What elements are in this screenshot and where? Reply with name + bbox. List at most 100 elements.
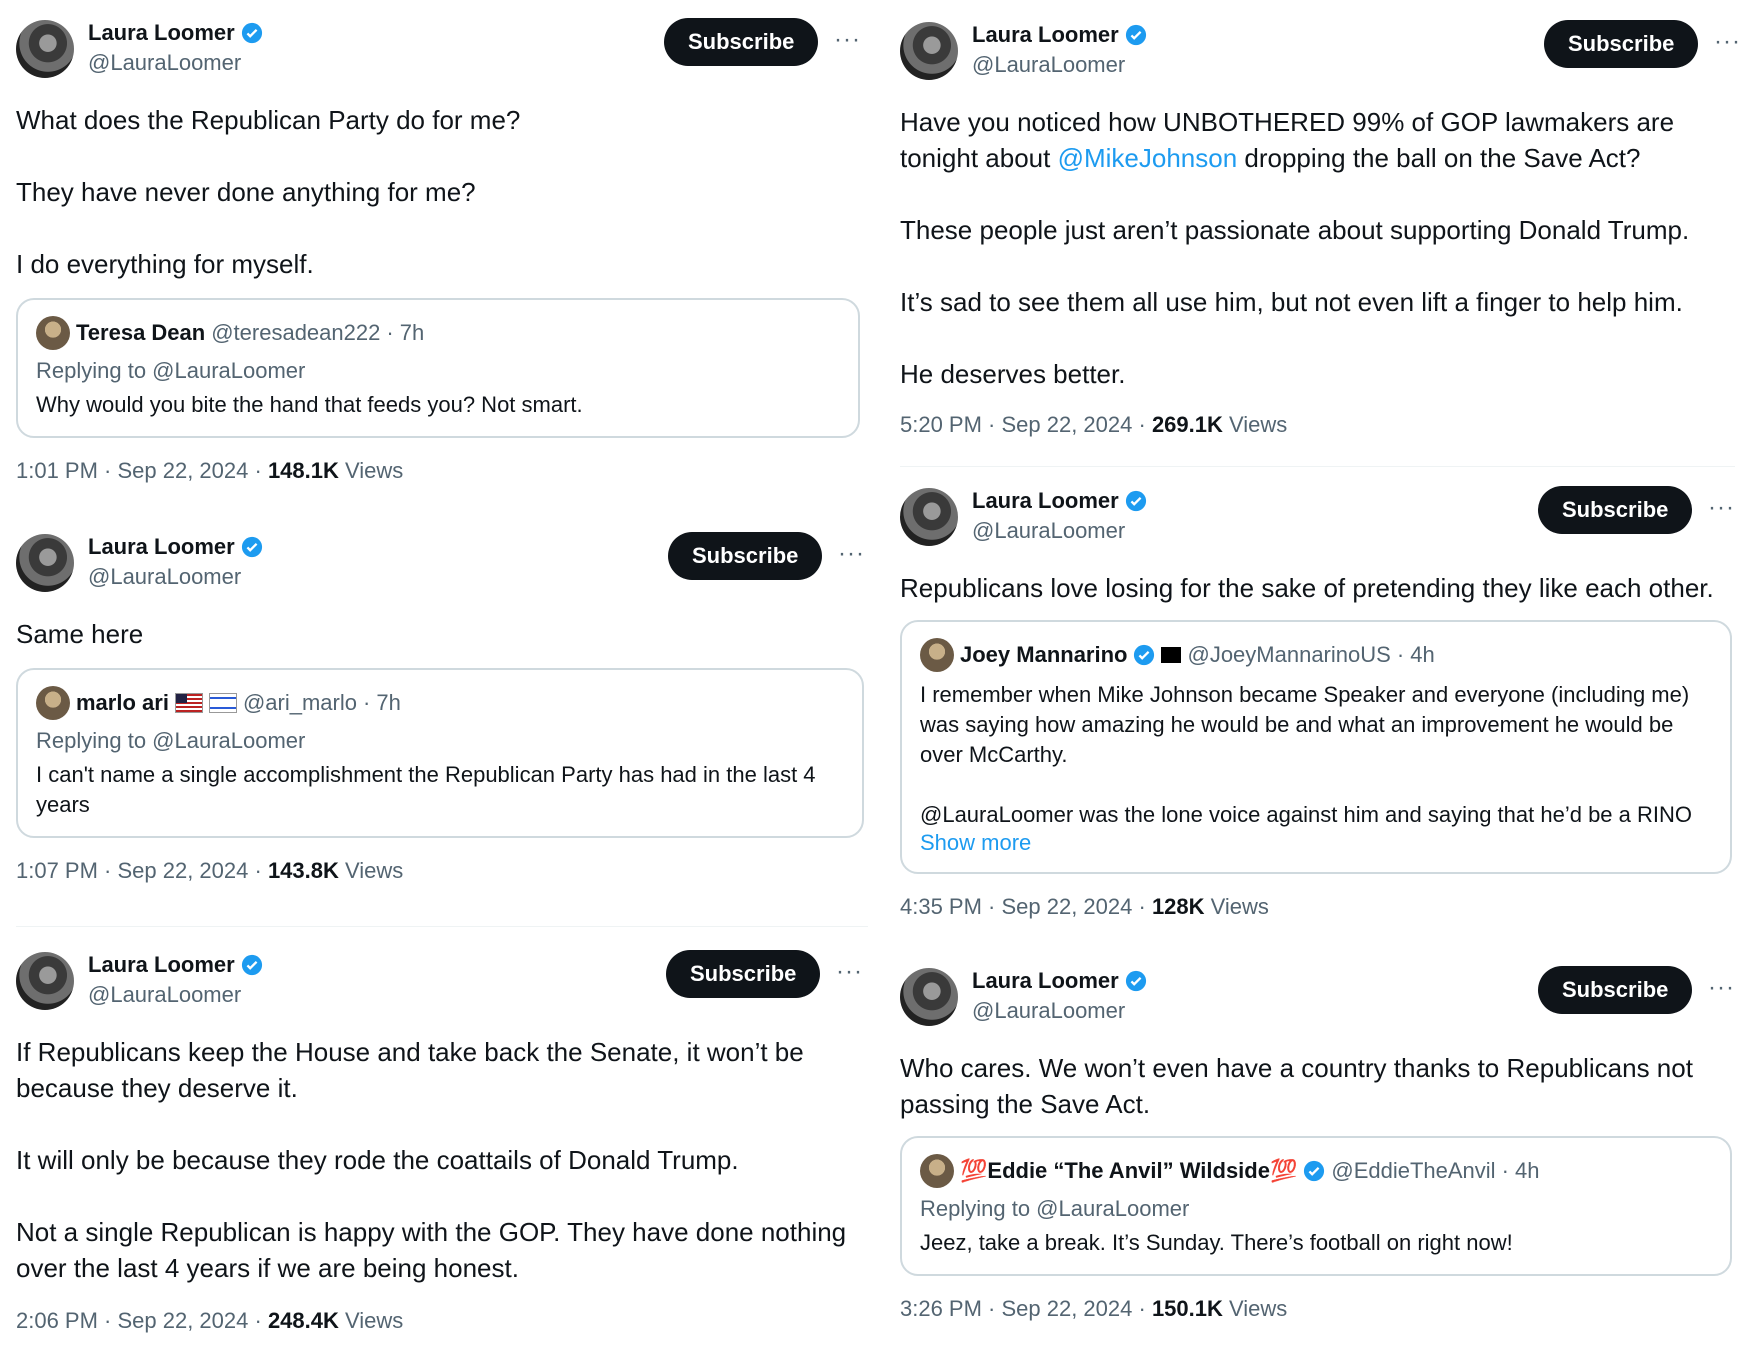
author-handle[interactable]: @LauraLoomer xyxy=(88,982,241,1008)
quoted-author-name: Teresa Dean xyxy=(76,320,206,345)
tweet-text: Who cares. We won’t even have a country … xyxy=(900,1050,1730,1122)
subscribe-button[interactable]: Subscribe xyxy=(664,18,819,66)
tweet-paragraph: What does the Republican Party do for me… xyxy=(16,105,521,135)
avatar[interactable] xyxy=(16,20,74,78)
avatar[interactable] xyxy=(900,22,958,80)
tweet-paragraph: Who cares. We won’t even have a country … xyxy=(900,1053,1693,1119)
tweet-text: If Republicans keep the House and take b… xyxy=(16,1034,866,1286)
verified-badge-icon xyxy=(1134,644,1155,666)
affiliate-badge-icon xyxy=(1161,647,1182,663)
verified-badge-icon xyxy=(241,536,262,558)
quoted-text: Jeez, take a break. It’s Sunday. There’s… xyxy=(920,1230,1513,1255)
subscribe-button[interactable]: Subscribe xyxy=(666,950,821,998)
tweet-header: Laura Loomer @LauraLoomer Subscribe ··· xyxy=(900,18,1740,82)
tweet-card: Laura Loomer @LauraLoomer Subscribe ··· … xyxy=(900,18,1740,438)
tweet-paragraph: Republicans love losing for the sake of … xyxy=(900,573,1714,603)
more-options-icon[interactable]: ··· xyxy=(838,540,865,568)
mention-link[interactable]: @MikeJohnson xyxy=(1058,143,1238,173)
quoted-time: · 7h xyxy=(362,690,401,715)
view-count: 248.4K xyxy=(267,1308,339,1333)
show-more-link[interactable]: Show more xyxy=(920,830,1712,856)
tweet-timestamp[interactable]: 2:06 PM · Sep 22, 2024 · xyxy=(16,1308,268,1333)
avatar[interactable] xyxy=(16,952,74,1010)
tweet-paragraph: If Republicans keep the House and take b… xyxy=(16,1037,804,1103)
author-name[interactable]: Laura Loomer xyxy=(88,534,235,560)
quoted-text: @LauraLoomer was the lone voice against … xyxy=(920,802,1692,827)
tweet-meta: 5:20 PM · Sep 22, 2024 · 269.1K Views xyxy=(900,412,1735,438)
tweet-timestamp[interactable]: 4:35 PM · Sep 22, 2024 · xyxy=(900,894,1152,919)
more-options-icon[interactable]: ··· xyxy=(1708,974,1735,1002)
tweet-card: Laura Loomer @LauraLoomer Subscribe ··· … xyxy=(16,16,886,484)
tweet-timestamp[interactable]: 5:20 PM · Sep 22, 2024 · xyxy=(900,412,1152,437)
author-handle[interactable]: @LauraLoomer xyxy=(972,52,1125,78)
tweet-paragraph: Same here xyxy=(16,619,144,649)
more-options-icon[interactable]: ··· xyxy=(834,26,861,54)
replying-to: Replying to @LauraLoomer xyxy=(920,1196,1190,1221)
tweet-card: Laura Loomer @LauraLoomer Subscribe ··· … xyxy=(900,964,1735,1322)
subscribe-button[interactable]: Subscribe xyxy=(1544,20,1699,68)
tweet-text-span: dropping the ball on the Save Act? xyxy=(1237,143,1641,173)
avatar[interactable] xyxy=(900,968,958,1026)
tweet-card: Laura Loomer @LauraLoomer Subscribe ··· … xyxy=(16,530,886,884)
tweet-header: Laura Loomer @LauraLoomer Subscribe ··· xyxy=(16,530,886,594)
israel-flag-icon xyxy=(208,693,237,713)
tweet-header: Laura Loomer @LauraLoomer Subscribe ··· xyxy=(16,948,886,1012)
author-name[interactable]: Laura Loomer xyxy=(972,488,1119,514)
tweet-paragraph: It’s sad to see them all use him, but no… xyxy=(900,287,1683,317)
view-count: 143.8K xyxy=(267,858,339,883)
quoted-author-name: marlo ari xyxy=(76,690,169,715)
tweet-text: Republicans love losing for the sake of … xyxy=(900,570,1735,606)
tweet-card: Laura Loomer @LauraLoomer Subscribe ··· … xyxy=(16,948,886,1334)
tweet-text: What does the Republican Party do for me… xyxy=(16,102,886,282)
avatar[interactable] xyxy=(16,534,74,592)
view-count: 148.1K xyxy=(267,458,339,483)
views-label: Views xyxy=(1204,894,1269,919)
quoted-avatar xyxy=(920,1154,954,1188)
tweet-timestamp[interactable]: 3:26 PM · Sep 22, 2024 · xyxy=(900,1296,1152,1321)
subscribe-button[interactable]: Subscribe xyxy=(668,532,823,580)
quoted-tweet[interactable]: marlo ari @ari_marlo · 7h Replying to @L… xyxy=(16,668,864,838)
author-name[interactable]: Laura Loomer xyxy=(88,952,235,978)
avatar[interactable] xyxy=(900,488,958,546)
tweet-card: Laura Loomer @LauraLoomer Subscribe ··· … xyxy=(900,484,1735,920)
subscribe-button[interactable]: Subscribe xyxy=(1538,966,1693,1014)
more-options-icon[interactable]: ··· xyxy=(836,958,863,986)
tweet-timestamp[interactable]: 1:01 PM · Sep 22, 2024 · xyxy=(16,458,268,483)
author-name[interactable]: Laura Loomer xyxy=(972,968,1119,994)
quoted-author-handle: @ari_marlo xyxy=(242,690,357,715)
quoted-text: Why would you bite the hand that feeds y… xyxy=(36,392,583,417)
views-label: Views xyxy=(338,1308,404,1333)
quoted-tweet[interactable]: Teresa Dean @teresadean222 · 7h Replying… xyxy=(16,298,860,438)
quoted-time: · 7h xyxy=(386,320,425,345)
tweet-header: Laura Loomer @LauraLoomer Subscribe ··· xyxy=(900,964,1735,1028)
tweet-meta: 3:26 PM · Sep 22, 2024 · 150.1K Views xyxy=(900,1296,1735,1322)
author-handle[interactable]: @LauraLoomer xyxy=(88,50,241,76)
views-label: Views xyxy=(1222,1296,1288,1321)
view-count: 269.1K xyxy=(1151,412,1223,437)
more-options-icon[interactable]: ··· xyxy=(1708,494,1735,522)
replying-to: Replying to @LauraLoomer xyxy=(36,728,306,753)
tweet-timestamp[interactable]: 1:07 PM · Sep 22, 2024 · xyxy=(16,858,268,883)
tweet-meta: 2:06 PM · Sep 22, 2024 · 248.4K Views xyxy=(16,1308,886,1334)
quoted-text: I remember when Mike Johnson became Spea… xyxy=(920,682,1690,767)
more-options-icon[interactable]: ··· xyxy=(1714,28,1741,56)
author-name[interactable]: Laura Loomer xyxy=(972,22,1119,48)
tweet-paragraph: Have you noticed how UNBOTHERED 99% of G… xyxy=(900,104,1735,176)
view-count: 150.1K xyxy=(1151,1296,1223,1321)
quoted-tweet[interactable]: 💯Eddie “The Anvil” Wildside💯 @EddieTheAn… xyxy=(900,1136,1732,1276)
quoted-time: · 4h xyxy=(1501,1158,1540,1183)
author-name[interactable]: Laura Loomer xyxy=(88,20,235,46)
divider xyxy=(900,466,1735,467)
verified-badge-icon xyxy=(1304,1160,1325,1182)
author-handle[interactable]: @LauraLoomer xyxy=(972,518,1125,544)
views-label: Views xyxy=(1222,412,1288,437)
author-handle[interactable]: @LauraLoomer xyxy=(88,564,241,590)
quoted-tweet[interactable]: Joey Mannarino @JoeyMannarinoUS · 4h I r… xyxy=(900,620,1732,874)
tweet-paragraph: They have never done anything for me? xyxy=(16,177,476,207)
us-flag-icon xyxy=(174,693,203,713)
quoted-author-handle: @teresadean222 xyxy=(211,320,381,345)
quoted-avatar xyxy=(920,638,954,672)
author-handle[interactable]: @LauraLoomer xyxy=(972,998,1125,1024)
tweet-header: Laura Loomer @LauraLoomer Subscribe ··· xyxy=(16,16,886,80)
subscribe-button[interactable]: Subscribe xyxy=(1538,486,1693,534)
